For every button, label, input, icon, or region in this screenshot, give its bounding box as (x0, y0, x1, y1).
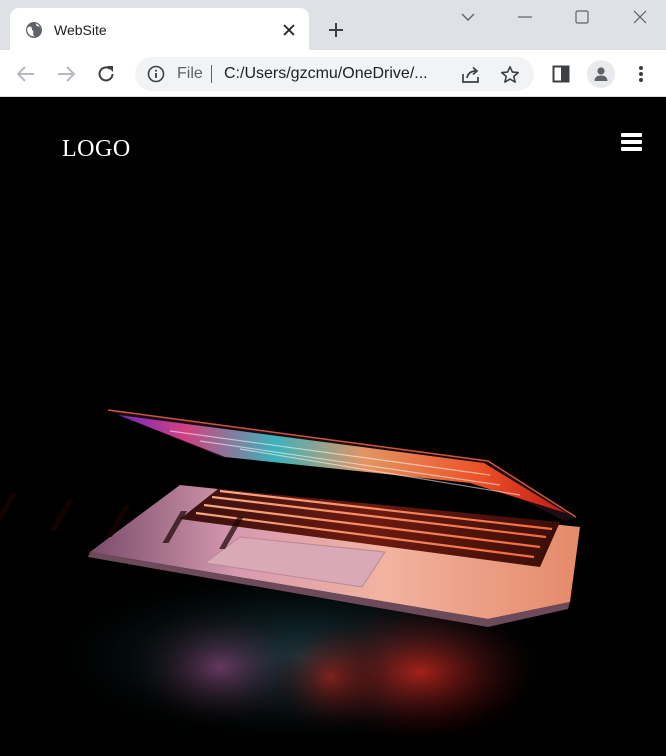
profile-avatar-icon[interactable] (587, 60, 615, 88)
url-separator (211, 65, 212, 83)
tab-search-chevron-down-icon[interactable] (457, 6, 479, 28)
side-panel-icon[interactable] (548, 61, 574, 87)
new-tab-plus-icon[interactable] (325, 19, 347, 41)
hamburger-menu-icon[interactable] (621, 133, 643, 153)
info-icon[interactable] (147, 65, 165, 83)
tab-close-icon[interactable] (280, 21, 298, 39)
forward-arrow-icon[interactable] (53, 61, 79, 87)
site-logo[interactable]: LOGO (62, 135, 131, 163)
maximize-icon[interactable] (571, 6, 593, 28)
globe-icon (26, 22, 42, 38)
tab-website[interactable]: WebSite (10, 8, 309, 50)
url-text[interactable]: C:/Users/gzcmu/OneDrive/... (224, 65, 428, 83)
address-bar[interactable]: File C:/Users/gzcmu/OneDrive/... (135, 57, 534, 91)
web-page: LOGO (0, 97, 666, 756)
url-scheme-label: File (177, 65, 203, 82)
bookmark-star-icon[interactable] (499, 64, 521, 86)
reload-icon[interactable] (93, 61, 119, 87)
hero-laptop-image (0, 97, 666, 756)
close-window-icon[interactable] (629, 6, 651, 28)
more-vertical-icon[interactable] (628, 61, 654, 87)
browser-tab-strip: WebSite (0, 0, 666, 50)
tab-title: WebSite (54, 22, 107, 38)
minimize-icon[interactable] (514, 6, 536, 28)
browser-toolbar: File C:/Users/gzcmu/OneDrive/... (0, 50, 666, 97)
share-icon[interactable] (460, 64, 482, 86)
back-arrow-icon[interactable] (13, 61, 39, 87)
